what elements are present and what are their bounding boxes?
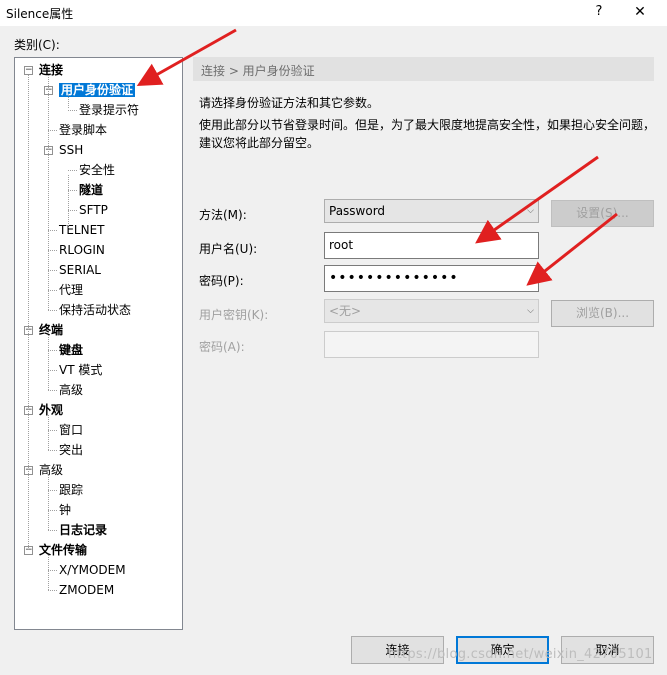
arrow-to-password	[526, 212, 618, 286]
annotation-arrows	[136, 28, 618, 286]
arrow-to-username	[475, 155, 599, 244]
arrow-to-auth	[136, 28, 237, 86]
